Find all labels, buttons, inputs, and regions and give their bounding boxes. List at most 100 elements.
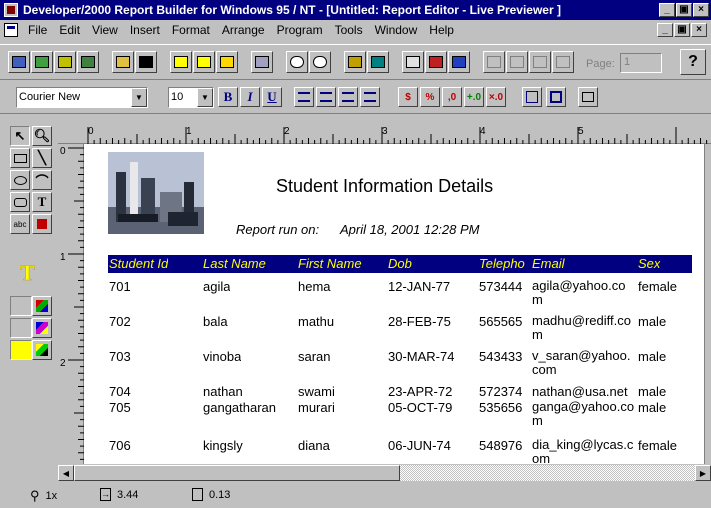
line-color-swatch[interactable] [10,318,32,338]
first-page-button[interactable] [483,51,505,73]
ellipse-tool-button[interactable] [10,170,30,190]
save-button[interactable] [135,51,157,73]
cell-telephone: 573444 [479,279,523,294]
italic-button[interactable]: I [240,87,260,107]
line-color-button[interactable] [32,318,52,338]
menu-help[interactable]: Help [423,23,460,37]
document-icon[interactable] [4,23,18,37]
menu-edit[interactable]: Edit [53,23,86,37]
scroll-left-button[interactable]: ◀ [58,465,74,481]
menu-format[interactable]: Format [166,23,216,37]
frame-select-button[interactable] [522,87,542,107]
minimize-button[interactable]: _ [659,3,675,17]
percent-button[interactable]: % [420,87,440,107]
scroll-right-button[interactable]: ▶ [695,465,711,481]
rounded-rectangle-tool-button[interactable] [10,192,30,212]
zoom-in-button[interactable] [286,51,308,73]
bold-button[interactable]: B [218,87,238,107]
web-wizard-button[interactable] [448,51,470,73]
font-size-value: 10 [171,91,184,103]
align-left-button[interactable] [294,87,314,107]
menu-window[interactable]: Window [369,23,424,37]
underline-button[interactable]: U [262,87,282,107]
frame-select-icon [526,91,538,103]
currency-button[interactable]: $ [398,87,418,107]
align-center-button[interactable] [316,87,336,107]
chart-wizard-button[interactable] [425,51,447,73]
field-tool-button[interactable]: abc [10,214,30,234]
report-wizard-button[interactable] [8,51,30,73]
run-button[interactable] [170,51,192,73]
align-right-icon [342,92,354,102]
open-button[interactable] [112,51,134,73]
text-tool-icon: T [37,194,47,209]
magnify-tool-button[interactable]: 🔍︎ [32,126,52,146]
menu-file[interactable]: File [22,23,53,37]
arc-tool-button[interactable]: ⌒ [32,170,52,190]
column-header-email: Email [532,256,565,271]
next-page-button[interactable] [529,51,551,73]
page-number-input[interactable]: 1 [620,53,662,73]
layout-model-icon [58,56,72,68]
text-color-button[interactable] [32,340,52,360]
last-page-button[interactable] [552,51,574,73]
cell-dob: 06-JUN-74 [388,438,451,453]
zoom-out-button[interactable] [309,51,331,73]
scroll-thumb[interactable] [74,465,400,481]
flex-icon [582,92,594,102]
font-family-select[interactable]: Courier New ▼ [16,87,148,108]
previous-page-button[interactable] [506,51,528,73]
menu-tools[interactable]: Tools [329,23,369,37]
menu-insert[interactable]: Insert [124,23,166,37]
insert-chart-button[interactable] [367,51,389,73]
restore-button[interactable]: ▣ [676,3,692,17]
main-toolbar: Page: 1 ? [0,44,711,80]
horizontal-ruler: 0 1 2 3 4 5 [58,126,711,144]
cell-first-name: mathu [298,314,335,329]
print-button[interactable] [193,51,215,73]
layout-model-button[interactable] [54,51,76,73]
menu-program[interactable]: Program [271,23,329,37]
parameter-form-button[interactable] [77,51,99,73]
app-icon[interactable] [4,3,18,17]
ruler-mark-5: 5 [578,126,584,137]
cut-button[interactable] [251,51,273,73]
confine-mode-button[interactable] [546,87,566,107]
last-page-icon [556,56,570,68]
chevron-down-icon[interactable]: ▼ [197,88,213,107]
mail-button[interactable] [216,51,238,73]
align-right-button[interactable] [338,87,358,107]
horizontal-scrollbar[interactable]: ◀ ▶ [58,464,711,482]
add-decimal-button[interactable]: +.0 [464,87,484,107]
vertical-ruler-ticks [68,147,84,460]
report-logo-image[interactable] [108,152,204,234]
menu-arrange[interactable]: Arrange [216,23,271,37]
doc-minimize-button[interactable]: _ [657,23,673,37]
menu-view[interactable]: View [86,23,124,37]
close-button[interactable]: × [693,3,709,17]
font-size-select[interactable]: 10 ▼ [168,87,214,108]
fill-color-button[interactable] [32,296,52,316]
fill-color-swatch[interactable] [10,296,32,316]
doc-close-button[interactable]: × [691,23,707,37]
cell-sex: male [638,314,667,329]
flex-mode-button[interactable] [578,87,598,107]
data-model-button[interactable] [31,51,53,73]
insert-field-button[interactable] [344,51,366,73]
text-color-swatch[interactable] [10,340,32,360]
chevron-down-icon[interactable]: ▼ [131,88,147,107]
line-tool-button[interactable]: ╲ [32,148,52,168]
data-model-icon [35,56,49,68]
select-tool-button[interactable]: ↖ [10,126,30,146]
justify-button[interactable] [360,87,380,107]
text-tool-button[interactable]: T [32,192,52,212]
edit-button[interactable] [402,51,424,73]
comma-button[interactable]: ,0 [442,87,462,107]
rectangle-tool-button[interactable] [10,148,30,168]
column-header-student-id: Student Id [109,256,169,271]
check-tool-button[interactable] [32,214,52,234]
help-button[interactable]: ? [680,49,706,75]
remove-decimal-button[interactable]: ×.0 [486,87,506,107]
report-canvas[interactable]: Student Information Details Report run o… [84,144,704,464]
doc-restore-button[interactable]: ▣ [674,23,690,37]
